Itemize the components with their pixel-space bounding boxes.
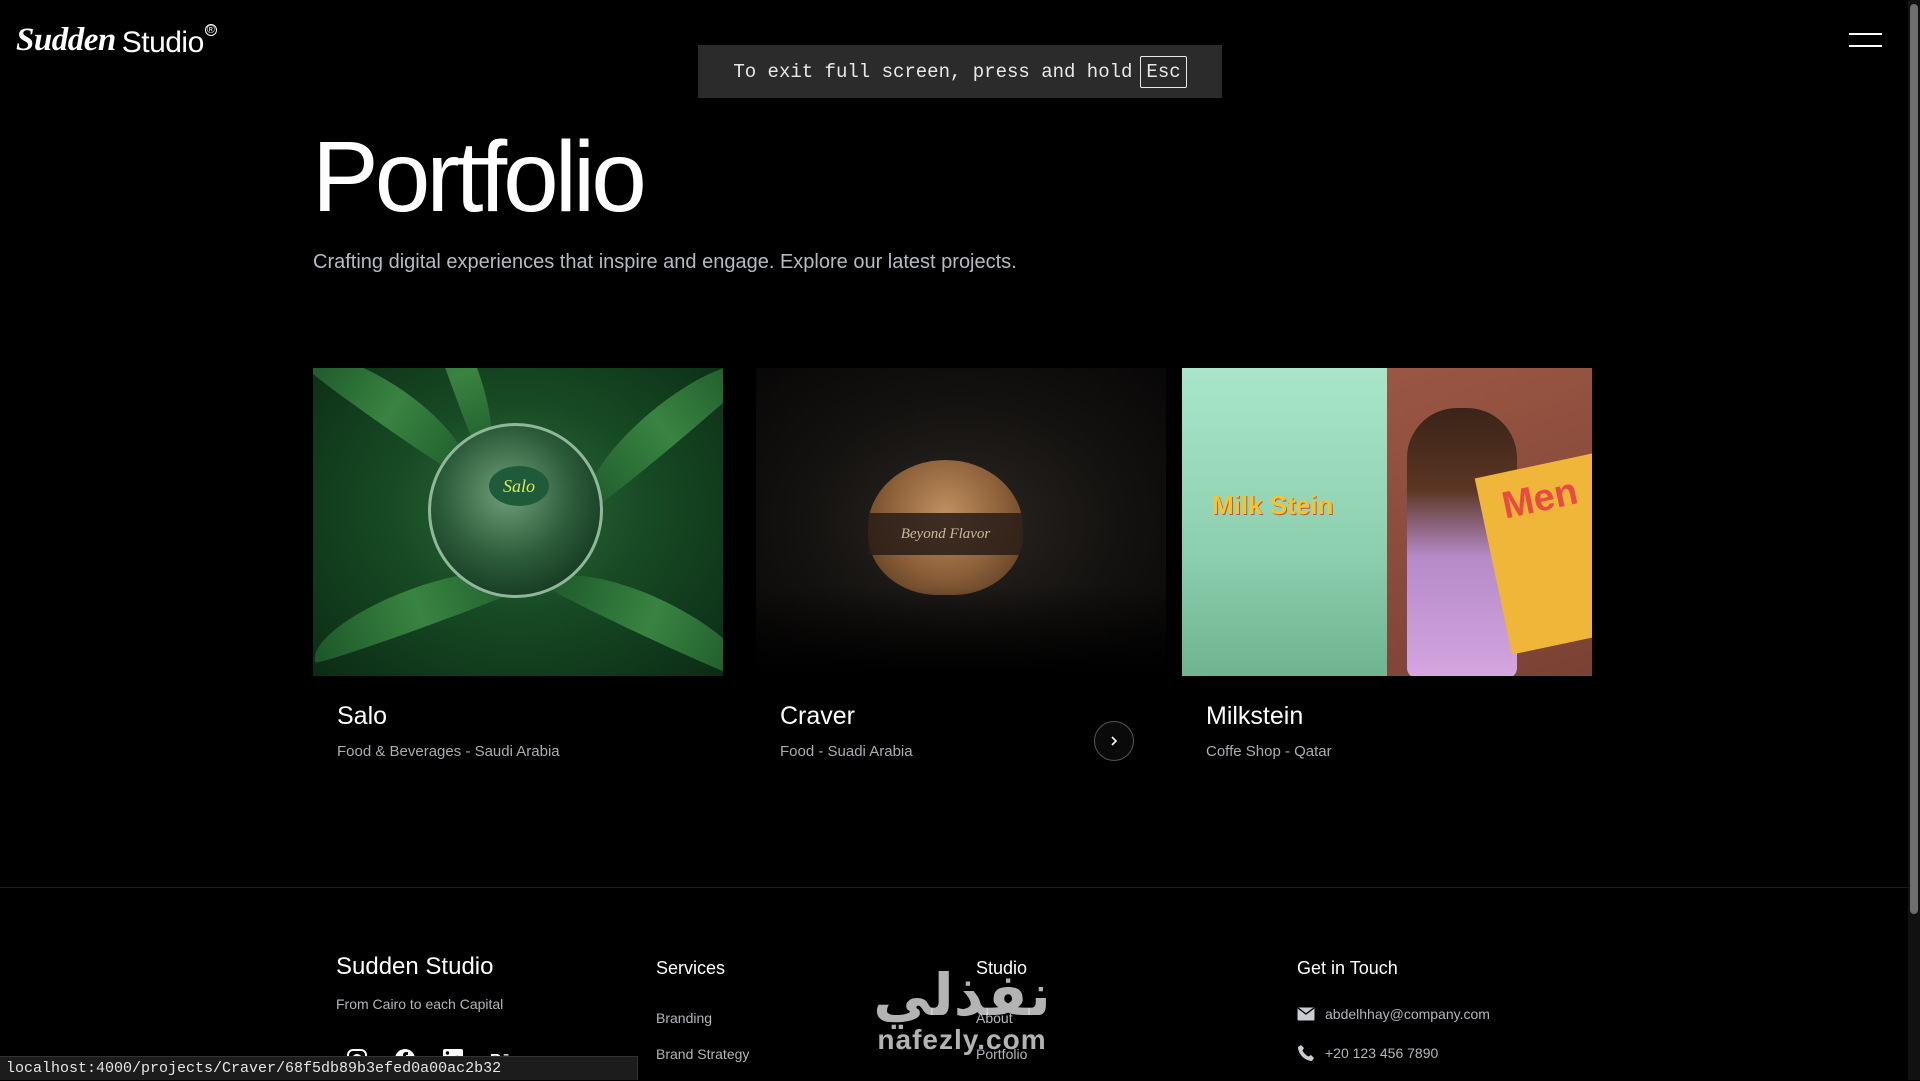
fullscreen-toast-text: To exit full screen, press and hold xyxy=(733,60,1133,83)
footer-brand: Sudden Studio xyxy=(336,953,494,980)
craver-wrap-label: Beyond Flavor xyxy=(868,513,1023,555)
salad-bowl: Salo xyxy=(428,423,603,598)
project-image-milkstein[interactable]: Milk Stein Men xyxy=(1182,368,1592,676)
project-name[interactable]: Milkstein xyxy=(1206,702,1592,731)
milkstein-logo-text: Milk Stein xyxy=(1212,490,1334,520)
project-card-salo[interactable]: Salo Salo Food & Beverages - Saudi Arabi… xyxy=(313,368,723,760)
footer-tagline: From Cairo to each Capital xyxy=(336,996,504,1012)
project-image-craver[interactable]: Beyond Flavor xyxy=(756,368,1166,676)
project-meta: Coffe Shop - Qatar xyxy=(1206,743,1332,760)
project-name[interactable]: Salo xyxy=(337,702,723,731)
chevron-right-icon[interactable] xyxy=(1094,721,1134,761)
project-card-craver[interactable]: Beyond Flavor Craver Food - Suadi Arabia xyxy=(756,368,1166,760)
footer-contact-heading: Get in Touch xyxy=(1297,958,1398,978)
phone-text: +20 123 456 7890 xyxy=(1325,1045,1439,1061)
menu-line-top xyxy=(1849,33,1882,35)
footer-link-branding[interactable]: Branding xyxy=(656,1010,712,1026)
email-text: abdelhhay@company.com xyxy=(1325,1006,1490,1022)
page-title: Portfolio xyxy=(312,121,647,233)
page-scrollbar[interactable] xyxy=(1908,0,1920,1080)
hamburger-icon[interactable] xyxy=(1849,33,1882,47)
esc-key-hint: Esc xyxy=(1140,55,1187,88)
footer-phone[interactable]: +20 123 456 7890 xyxy=(1297,1044,1438,1062)
logo-bold-text: Sudden xyxy=(16,22,116,58)
milkstein-logo-panel: Milk Stein xyxy=(1182,368,1387,676)
watermark-arabic: نفذلي xyxy=(873,961,1051,1029)
project-meta: Food & Beverages - Saudi Arabia xyxy=(337,743,560,760)
registered-mark: ® xyxy=(204,24,217,36)
salo-bowl-label: Salo xyxy=(489,466,549,506)
mail-icon xyxy=(1297,1007,1315,1021)
milkstein-photo-panel: Men xyxy=(1387,368,1592,676)
fullscreen-exit-toast: To exit full screen, press and hold Esc xyxy=(698,45,1222,98)
project-card-milkstein[interactable]: Milk Stein Men Milkstein Coffe Shop - Qa… xyxy=(1182,368,1592,760)
footer-email[interactable]: abdelhhay@company.com xyxy=(1297,1006,1490,1022)
nafezly-watermark: نفذلي nafezly.com xyxy=(852,965,1072,1055)
image-fade-overlay xyxy=(756,586,1166,676)
menu-line-bottom xyxy=(1849,45,1882,47)
studio-logo[interactable]: Sudden Studio ® xyxy=(16,22,217,60)
footer-services-heading: Services xyxy=(656,958,726,978)
project-image-salo[interactable]: Salo xyxy=(313,368,723,676)
scrollbar-thumb[interactable] xyxy=(1910,4,1918,914)
logo-light-text: Studio xyxy=(121,26,205,59)
footer-divider xyxy=(0,887,1908,888)
footer-link-brand-strategy[interactable]: Brand Strategy xyxy=(656,1046,749,1062)
link-preview-status-bar: localhost:4000/projects/Craver/68f5db89b… xyxy=(0,1056,638,1080)
watermark-latin: nafezly.com xyxy=(877,1024,1047,1055)
page-intro: Crafting digital experiences that inspir… xyxy=(313,251,1017,273)
phone-icon xyxy=(1298,1045,1314,1061)
